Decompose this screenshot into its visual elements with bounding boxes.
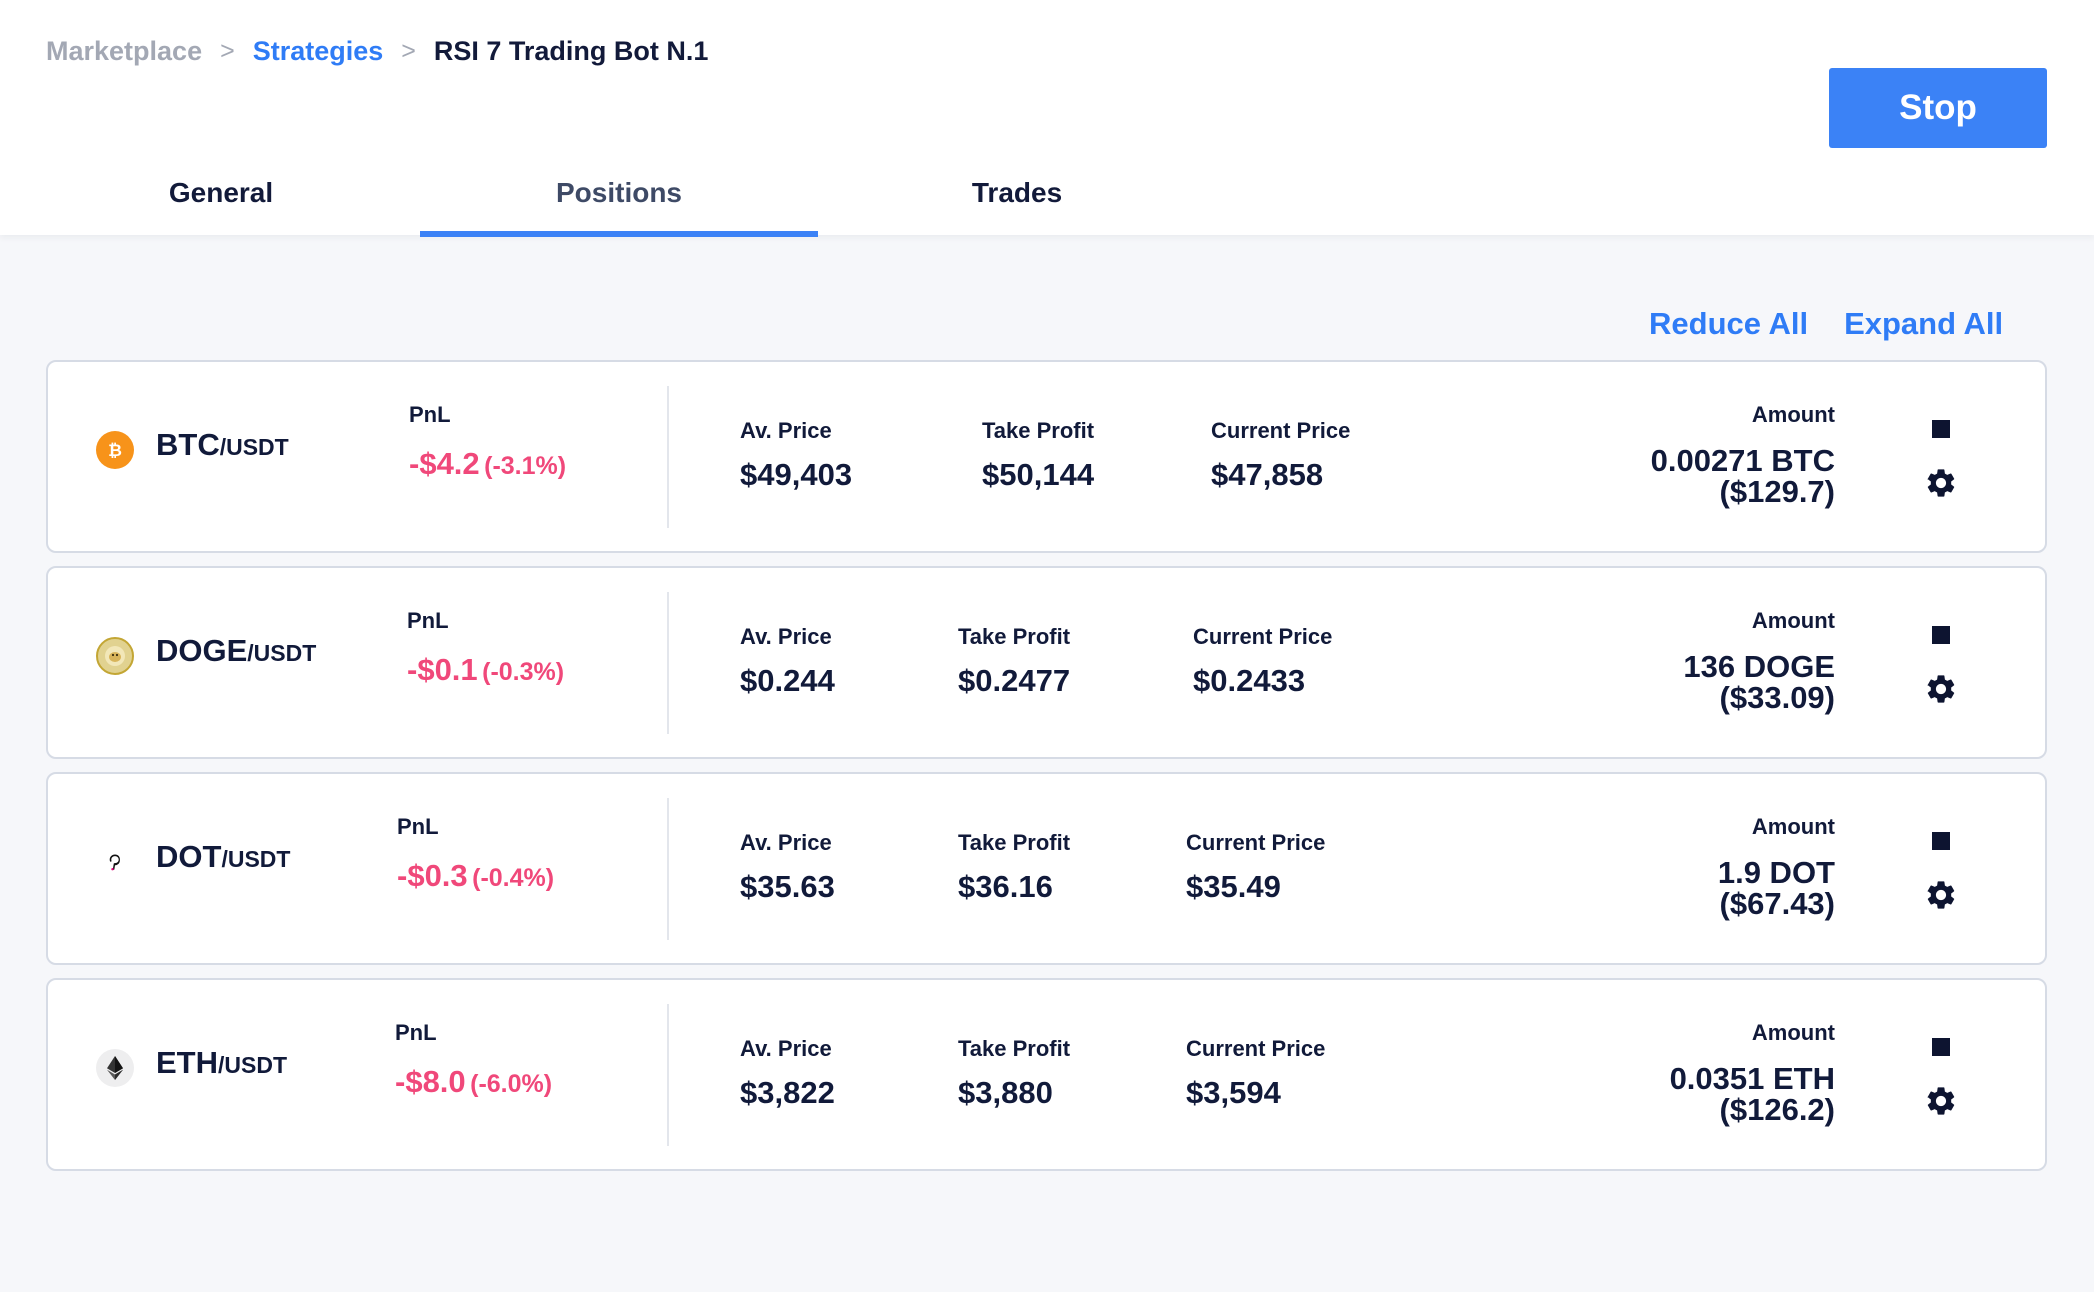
pnl-amount: -$0.3 [397,858,468,893]
divider [667,1004,669,1146]
pnl-percent: (-0.4%) [472,864,555,892]
current-price-value: $47,858 [1211,457,1324,492]
amount-usd: ($33.09) [1719,680,1835,715]
pnl-value: -$0.3 (-0.4%) [397,858,554,894]
tab-bar: General Positions Trades [22,155,1216,237]
current-price-label: Current Price [1186,830,1326,855]
breadcrumb-separator: > [220,37,235,65]
amount-label: Amount [1751,1020,1835,1045]
polkadot-icon [96,843,134,881]
breadcrumb-marketplace[interactable]: Marketplace [46,36,202,67]
pnl-value: -$4.2 (-3.1%) [409,446,566,482]
positions-list: ₿ BTC/USDT PnL -$4.2 (-3.1%) Av. Price $… [46,360,2047,1184]
av-price-value: $0.244 [740,663,835,698]
divider [667,798,669,940]
tab-trades[interactable]: Trades [818,155,1216,237]
pnl-amount: -$8.0 [395,1064,466,1099]
current-price-label: Current Price [1193,624,1333,649]
take-profit-label: Take Profit [958,624,1071,649]
stop-button[interactable]: Stop [1829,68,2047,148]
reduce-all-link[interactable]: Reduce All [1649,306,1808,342]
pair-name: DOGE/USDT [156,633,316,669]
pnl-label: PnL [409,402,451,427]
amount-usd: ($126.2) [1719,1092,1835,1127]
base-asset: DOGE [156,633,248,668]
dogecoin-icon [96,637,134,675]
tab-positions[interactable]: Positions [420,155,818,237]
stop-position-icon[interactable] [1932,832,1950,850]
expand-all-link[interactable]: Expand All [1844,306,2003,342]
gear-icon[interactable] [1924,466,1958,500]
amount-label: Amount [1751,608,1835,633]
ethereum-icon [96,1049,134,1087]
av-price-label: Av. Price [740,830,832,855]
take-profit-value: $50,144 [982,457,1095,492]
position-card-doge[interactable]: DOGE/USDT PnL -$0.1 (-0.3%) Av. Price $0… [46,566,2047,759]
position-card-btc[interactable]: ₿ BTC/USDT PnL -$4.2 (-3.1%) Av. Price $… [46,360,2047,553]
pnl-label: PnL [407,608,449,633]
quote-asset: /USDT [221,846,291,872]
divider [667,592,669,734]
quote-asset: /USDT [219,434,289,460]
av-price-label: Av. Price [740,624,832,649]
gear-icon[interactable] [1924,878,1958,912]
base-asset: DOT [156,839,222,874]
av-price-value: $3,822 [740,1075,835,1110]
pnl-value: -$8.0 (-6.0%) [395,1064,552,1100]
amount-label: Amount [1751,814,1835,839]
svg-text:₿: ₿ [108,441,122,461]
take-profit-label: Take Profit [958,1036,1071,1061]
stop-position-icon[interactable] [1932,1038,1950,1056]
take-profit-value: $3,880 [958,1075,1053,1110]
breadcrumb-strategies[interactable]: Strategies [253,36,384,67]
pair-name: DOT/USDT [156,839,290,875]
page-header: Marketplace > Strategies > RSI 7 Trading… [0,0,2094,237]
current-price-value: $0.2433 [1193,663,1306,698]
take-profit-label: Take Profit [958,830,1071,855]
pair-name: ETH/USDT [156,1045,287,1081]
tab-general[interactable]: General [22,155,420,237]
take-profit-value: $0.2477 [958,663,1071,698]
pnl-percent: (-0.3%) [482,658,565,686]
pnl-label: PnL [397,814,439,839]
position-card-dot[interactable]: DOT/USDT PnL -$0.3 (-0.4%) Av. Price $35… [46,772,2047,965]
divider [667,386,669,528]
breadcrumb-current: RSI 7 Trading Bot N.1 [433,36,709,66]
amount-usd: ($129.7) [1719,474,1835,509]
av-price-label: Av. Price [740,418,832,443]
quote-asset: /USDT [247,640,317,666]
take-profit-value: $36.16 [958,869,1053,904]
position-actions: Reduce All Expand All [1649,306,2003,342]
amount-label: Amount [1751,402,1835,427]
stop-position-icon[interactable] [1932,626,1950,644]
gear-icon[interactable] [1924,672,1958,706]
take-profit-label: Take Profit [982,418,1095,443]
amount-usd: ($67.43) [1719,886,1835,921]
av-price-value: $35.63 [740,869,835,904]
pnl-amount: -$0.1 [407,652,478,687]
base-asset: BTC [156,427,220,462]
av-price-label: Av. Price [740,1036,832,1061]
gear-icon[interactable] [1924,1084,1958,1118]
pnl-percent: (-6.0%) [470,1070,553,1098]
current-price-label: Current Price [1211,418,1351,443]
pnl-amount: -$4.2 [409,446,480,481]
pnl-label: PnL [395,1020,437,1045]
quote-asset: /USDT [218,1052,287,1078]
current-price-value: $35.49 [1186,869,1281,904]
bitcoin-icon: ₿ [96,431,134,469]
stop-position-icon[interactable] [1932,420,1950,438]
current-price-label: Current Price [1186,1036,1326,1061]
breadcrumb-separator: > [401,37,416,65]
current-price-value: $3,594 [1186,1075,1281,1110]
breadcrumb: Marketplace > Strategies > RSI 7 Trading… [46,36,708,67]
av-price-value: $49,403 [740,457,853,492]
pair-name: BTC/USDT [156,427,289,463]
pnl-percent: (-3.1%) [484,452,567,480]
position-card-eth[interactable]: ETH/USDT PnL -$8.0 (-6.0%) Av. Price $3,… [46,978,2047,1171]
pnl-value: -$0.1 (-0.3%) [407,652,564,688]
base-asset: ETH [156,1045,218,1080]
